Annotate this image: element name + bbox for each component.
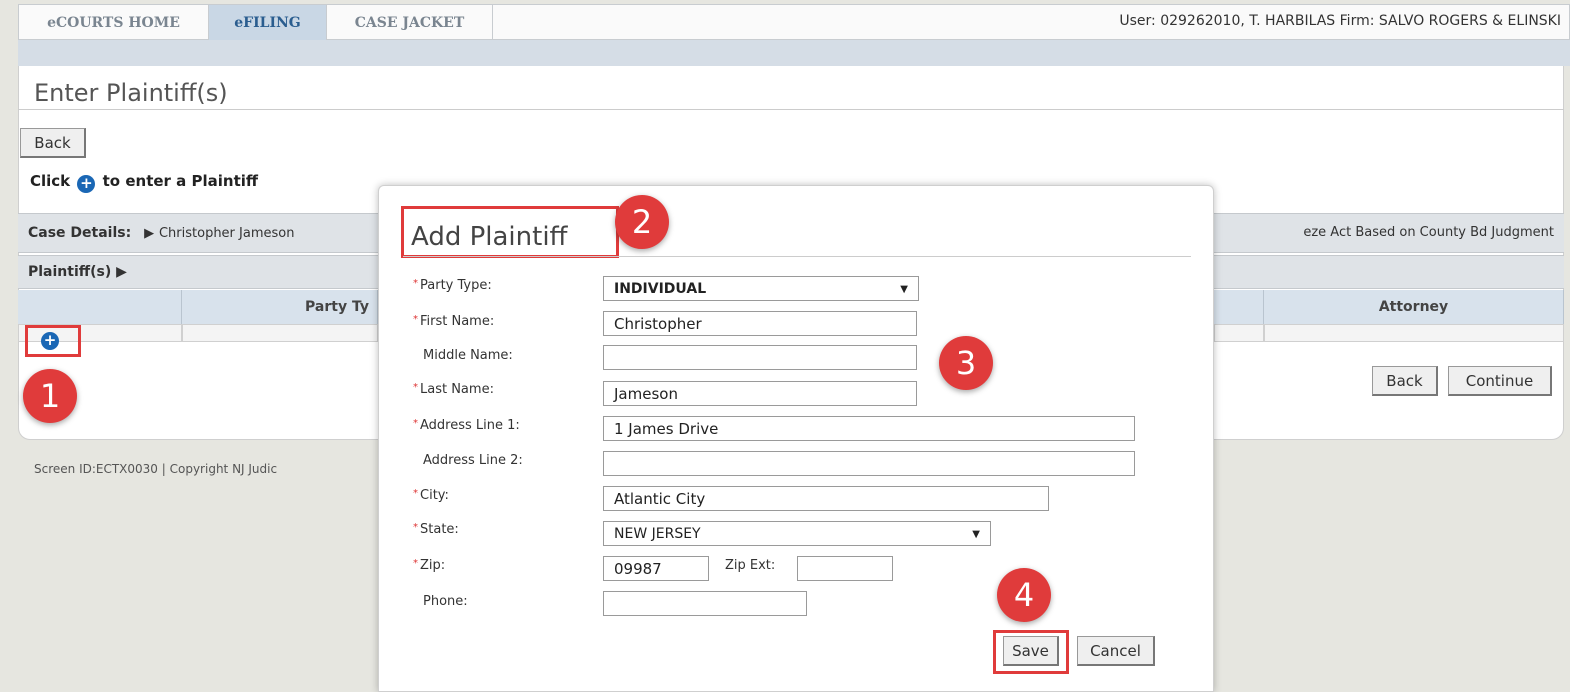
- add-plaintiff-dialog: Add Plaintiff 2 * Party Type: * First Name…: [378, 185, 1214, 692]
- highlight-dialog-title: [401, 206, 619, 258]
- party-type-label: * Party Type:: [413, 278, 492, 293]
- callout-1: 1: [23, 369, 77, 423]
- zip-ext-field[interactable]: [797, 556, 893, 581]
- callout-4: 4: [997, 568, 1051, 622]
- city-field[interactable]: Atlantic City: [603, 486, 1049, 511]
- page-title: Enter Plaintiff(s): [18, 70, 1564, 110]
- last-name-label: * Last Name:: [413, 382, 494, 397]
- tab-efiling[interactable]: eFILING: [209, 5, 327, 41]
- required-icon: *: [413, 278, 418, 289]
- city-label: * City:: [413, 488, 449, 503]
- address1-field[interactable]: 1 James Drive: [603, 416, 1135, 441]
- cancel-button[interactable]: Cancel: [1077, 636, 1155, 666]
- highlight-save-button: [993, 630, 1069, 674]
- phone-label: Phone:: [423, 594, 468, 609]
- phone-field[interactable]: [603, 591, 807, 616]
- table-row: [182, 324, 378, 342]
- back-button-bottom[interactable]: Back: [1372, 366, 1438, 396]
- state-label: * State:: [413, 522, 459, 537]
- top-navigation: eCOURTS HOME eFILING CASE JACKET User: 0…: [18, 4, 1570, 41]
- required-icon: *: [413, 522, 418, 533]
- subnav-bar: [18, 40, 1570, 66]
- table-header-blank: [18, 290, 182, 324]
- first-name-label: * First Name:: [413, 314, 495, 329]
- case-details-label: Case Details:: [28, 225, 132, 241]
- required-icon: *: [413, 488, 418, 499]
- tab-ecourts-home[interactable]: eCOURTS HOME: [19, 5, 209, 41]
- table-header-attorney: Attorney: [1264, 290, 1564, 324]
- table-row: [1264, 324, 1564, 342]
- address1-label: * Address Line 1:: [413, 418, 520, 433]
- party-type-select[interactable]: INDIVIDUAL: [603, 276, 919, 302]
- last-name-field[interactable]: Jameson: [603, 381, 917, 406]
- table-row: [1214, 324, 1264, 342]
- required-icon: *: [413, 558, 418, 569]
- footer-text: Screen ID:ECTX0030 | Copyright NJ Judic: [34, 462, 278, 476]
- callout-2: 2: [615, 195, 669, 249]
- instruction-suffix: to enter a Plaintiff: [102, 172, 259, 190]
- table-header-party-type: Party Ty: [182, 290, 378, 324]
- first-name-field[interactable]: Christopher: [603, 311, 917, 336]
- address2-field[interactable]: [603, 451, 1135, 476]
- middle-name-field[interactable]: [603, 345, 917, 370]
- zip-label: * Zip:: [413, 558, 446, 573]
- middle-name-label: Middle Name:: [423, 348, 513, 363]
- zip-ext-label: Zip Ext:: [725, 558, 776, 573]
- instruction-prefix: Click: [30, 172, 71, 190]
- tab-case-jacket[interactable]: CASE JACKET: [327, 5, 493, 41]
- zip-field[interactable]: 09987: [603, 556, 709, 581]
- user-info: User: 029262010, T. HARBILAS Firm: SALVO…: [1119, 13, 1561, 29]
- address2-label: Address Line 2:: [423, 453, 523, 468]
- dialog-divider: [403, 256, 1191, 257]
- add-icon: +: [77, 175, 96, 193]
- table-header-blank2: [1214, 290, 1264, 324]
- case-details-right: eze Act Based on County Bd Judgment: [1303, 225, 1554, 240]
- required-icon: *: [413, 418, 418, 429]
- expand-arrow-icon[interactable]: ▶: [144, 226, 154, 241]
- case-details-name: Christopher Jameson: [158, 226, 295, 241]
- required-icon: *: [413, 382, 418, 393]
- state-select[interactable]: NEW JERSEY: [603, 521, 991, 547]
- instruction-text: Click + to enter a Plaintiff: [30, 172, 258, 193]
- plaintiffs-label[interactable]: Plaintiff(s) ▶: [28, 264, 127, 280]
- highlight-add-icon: [25, 325, 81, 357]
- callout-3: 3: [939, 336, 993, 390]
- continue-button[interactable]: Continue: [1448, 366, 1552, 396]
- required-icon: *: [413, 314, 418, 325]
- back-button[interactable]: Back: [20, 128, 86, 158]
